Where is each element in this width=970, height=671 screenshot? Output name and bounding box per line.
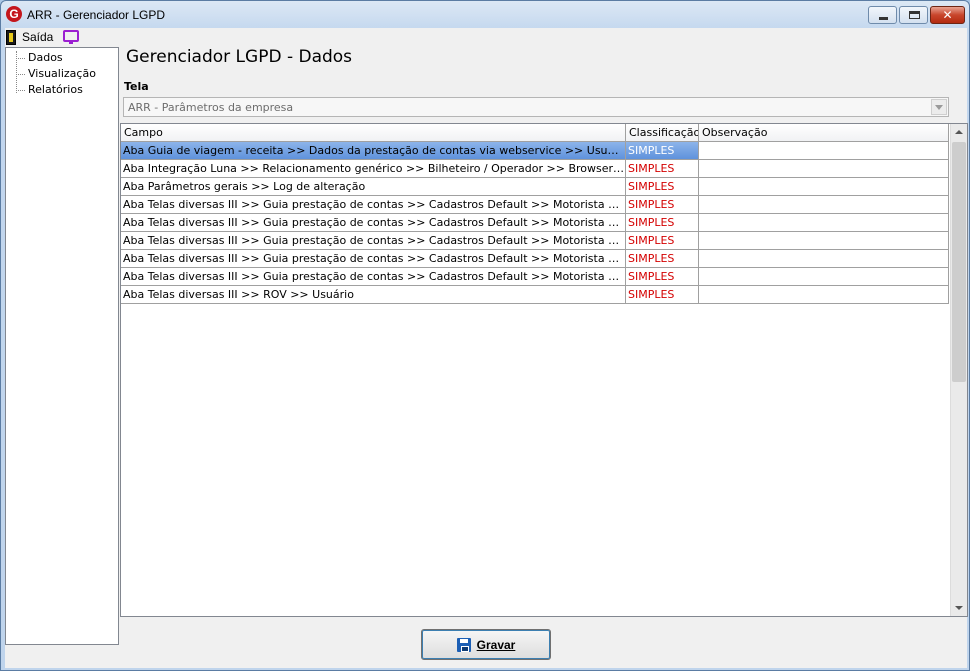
cell-classificacao[interactable]: SIMPLES — [626, 142, 699, 160]
grid-header: Campo Classificação Observação — [121, 124, 949, 142]
floppy-disk-icon — [456, 637, 471, 652]
table-row[interactable]: Aba Telas diversas III >> Guia prestação… — [121, 214, 949, 232]
cell-campo[interactable]: Aba Telas diversas III >> Guia prestação… — [121, 232, 626, 250]
table-row[interactable]: Aba Telas diversas III >> Guia prestação… — [121, 250, 949, 268]
table-row[interactable]: Aba Guia de viagem - receita >> Dados da… — [121, 142, 949, 160]
vertical-scrollbar[interactable] — [950, 124, 967, 616]
table-row[interactable]: Aba Telas diversas III >> Guia prestação… — [121, 196, 949, 214]
close-icon: ✕ — [942, 8, 953, 22]
navigation-tree: Dados Visualização Relatórios — [5, 47, 119, 645]
tree-item-dados[interactable]: Dados — [16, 50, 63, 66]
cell-classificacao[interactable]: SIMPLES — [626, 214, 699, 232]
column-header-campo[interactable]: Campo — [121, 124, 626, 142]
column-header-classificacao[interactable]: Classificação — [626, 124, 699, 142]
scroll-up-arrow-icon[interactable] — [951, 124, 967, 141]
exit-menu-label: Saída — [22, 30, 54, 44]
page-title: Gerenciador LGPD - Dados — [126, 47, 353, 67]
cell-observacao[interactable] — [699, 178, 949, 196]
cell-classificacao[interactable]: SIMPLES — [626, 196, 699, 214]
cell-classificacao[interactable]: SIMPLES — [626, 250, 699, 268]
cell-classificacao[interactable]: SIMPLES — [626, 160, 699, 178]
cell-campo[interactable]: Aba Integração Luna >> Relacionamento ge… — [121, 160, 626, 178]
maximize-button[interactable] — [899, 6, 928, 24]
cell-observacao[interactable] — [699, 214, 949, 232]
scroll-thumb[interactable] — [952, 142, 966, 382]
table-row[interactable]: Aba Telas diversas III >> Guia prestação… — [121, 268, 949, 286]
cell-campo[interactable]: Aba Telas diversas III >> Guia prestação… — [121, 250, 626, 268]
tree-item-relatorios[interactable]: Relatórios — [16, 82, 83, 98]
save-button[interactable]: Gravar — [421, 629, 551, 660]
cell-classificacao[interactable]: SIMPLES — [626, 268, 699, 286]
cell-campo[interactable]: Aba Telas diversas III >> ROV >> Usuário — [121, 286, 626, 304]
exit-door-icon — [6, 29, 16, 45]
tela-select-value: ARR - Parâmetros da empresa — [128, 101, 294, 114]
column-header-observacao[interactable]: Observação — [699, 124, 949, 142]
tela-label: Tela — [124, 80, 149, 93]
cell-campo[interactable]: Aba Telas diversas III >> Guia prestação… — [121, 196, 626, 214]
grid-rows: Aba Guia de viagem - receita >> Dados da… — [121, 142, 949, 304]
exit-menu-item[interactable]: Saída — [6, 28, 53, 46]
tela-select[interactable]: ARR - Parâmetros da empresa — [123, 97, 949, 117]
monitor-icon[interactable] — [63, 30, 79, 44]
minimize-icon — [879, 17, 888, 20]
cell-observacao[interactable] — [699, 268, 949, 286]
table-row[interactable]: Aba Telas diversas III >> ROV >> Usuário… — [121, 286, 949, 304]
application-window: G ARR - Gerenciador LGPD ✕ Saída Dados V… — [0, 0, 970, 671]
data-grid: Campo Classificação Observação Aba Guia … — [120, 123, 968, 617]
cell-classificacao[interactable]: SIMPLES — [626, 232, 699, 250]
cell-campo[interactable]: Aba Telas diversas III >> Guia prestação… — [121, 214, 626, 232]
maximize-icon — [909, 11, 920, 19]
cell-observacao[interactable] — [699, 196, 949, 214]
chevron-down-icon[interactable] — [931, 99, 947, 115]
table-row[interactable]: Aba Integração Luna >> Relacionamento ge… — [121, 160, 949, 178]
title-bar[interactable]: G ARR - Gerenciador LGPD ✕ — [1, 1, 969, 28]
minimize-button[interactable] — [868, 6, 897, 24]
cell-observacao[interactable] — [699, 142, 949, 160]
cell-campo[interactable]: Aba Parâmetros gerais >> Log de alteraçã… — [121, 178, 626, 196]
table-row[interactable]: Aba Parâmetros gerais >> Log de alteraçã… — [121, 178, 949, 196]
cell-campo[interactable]: Aba Guia de viagem - receita >> Dados da… — [121, 142, 626, 160]
cell-observacao[interactable] — [699, 286, 949, 304]
scroll-down-arrow-icon[interactable] — [951, 599, 967, 616]
save-button-label: Gravar — [476, 637, 516, 652]
client-area: Saída Dados Visualização Relatórios Gere… — [5, 28, 968, 668]
app-logo-icon: G — [6, 6, 22, 22]
close-button[interactable]: ✕ — [930, 6, 965, 24]
cell-observacao[interactable] — [699, 160, 949, 178]
window-title: ARR - Gerenciador LGPD — [27, 8, 166, 22]
menu-bar: Saída — [5, 28, 967, 46]
tree-item-visualizacao[interactable]: Visualização — [16, 66, 96, 82]
cell-campo[interactable]: Aba Telas diversas III >> Guia prestação… — [121, 268, 626, 286]
cell-classificacao[interactable]: SIMPLES — [626, 178, 699, 196]
cell-observacao[interactable] — [699, 232, 949, 250]
table-row[interactable]: Aba Telas diversas III >> Guia prestação… — [121, 232, 949, 250]
cell-classificacao[interactable]: SIMPLES — [626, 286, 699, 304]
cell-observacao[interactable] — [699, 250, 949, 268]
